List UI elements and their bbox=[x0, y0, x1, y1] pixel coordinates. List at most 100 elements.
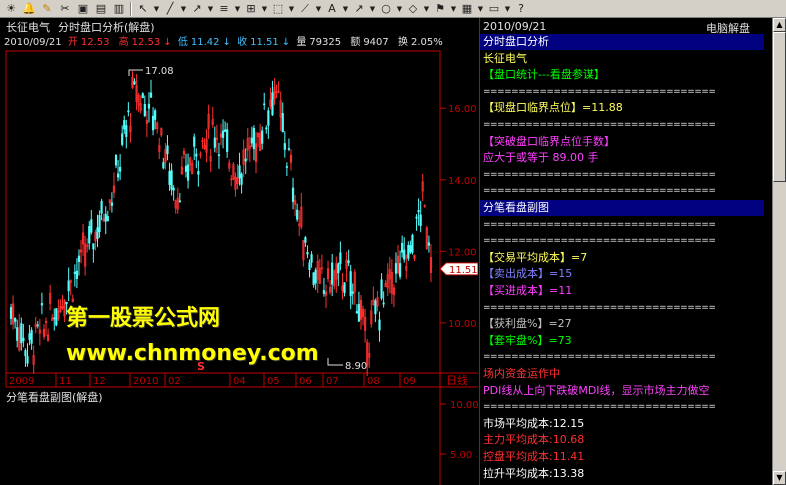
dropdown-arrow-icon[interactable]: ▼ bbox=[476, 1, 485, 17]
candle-body bbox=[238, 165, 241, 179]
shape-icon[interactable]: ◇ bbox=[404, 1, 422, 17]
price-chart[interactable]: 16.00 14.00 12.00 10.00 17.08 8.90 11.51 2009 11… bbox=[0, 18, 478, 485]
sidebar-line: ================================= bbox=[483, 302, 716, 313]
grid-icon[interactable]: ⊞ bbox=[242, 1, 260, 17]
box-icon[interactable]: ▣ bbox=[74, 1, 92, 17]
dropdown-arrow-icon[interactable]: ▼ bbox=[314, 1, 323, 17]
sidebar-line: 【套牢盘%】=73 bbox=[483, 333, 572, 347]
candle-body bbox=[110, 202, 113, 206]
candle-body bbox=[28, 333, 31, 340]
chart-icon[interactable]: ▤ bbox=[92, 1, 110, 17]
turn-value: 2.05% bbox=[410, 37, 443, 48]
dropdown-arrow-icon[interactable]: ▼ bbox=[368, 1, 377, 17]
sidebar-line: ================================= bbox=[483, 120, 716, 130]
candle-body bbox=[26, 356, 29, 364]
pencil-icon[interactable]: ✎ bbox=[38, 1, 56, 17]
sun-icon[interactable]: ☀ bbox=[2, 1, 20, 17]
candle-body bbox=[312, 272, 315, 285]
dropdown-arrow-icon[interactable]: ▼ bbox=[395, 1, 404, 17]
circle-icon[interactable]: ○ bbox=[377, 1, 395, 17]
candle-body bbox=[168, 171, 171, 185]
sidebar-date: 2010/09/21 bbox=[483, 20, 547, 33]
candle-body bbox=[40, 303, 44, 306]
dropdown-arrow-icon[interactable]: ▼ bbox=[287, 1, 296, 17]
candle-body bbox=[250, 137, 253, 144]
candle-body bbox=[427, 242, 431, 246]
flag-icon[interactable]: ⚑ bbox=[431, 1, 449, 17]
scroll-down-button[interactable]: ▼ bbox=[773, 471, 786, 485]
candle-body bbox=[331, 262, 334, 285]
sidebar-line: 拉升平均成本:13.38 bbox=[483, 466, 585, 480]
chart2-icon[interactable]: ▥ bbox=[110, 1, 128, 17]
candle-body bbox=[265, 127, 268, 130]
time-tick-label: 2009 bbox=[9, 376, 34, 387]
candle-body bbox=[401, 243, 404, 253]
amt-value: 9407 bbox=[363, 37, 389, 48]
candle-body bbox=[419, 214, 422, 226]
sidebar-line: 【获利盘%】=27 bbox=[483, 317, 572, 331]
candle-body bbox=[285, 166, 288, 168]
arrow-icon[interactable]: ↗ bbox=[350, 1, 368, 17]
dropdown-arrow-icon[interactable]: ▼ bbox=[152, 1, 161, 17]
scissors-icon[interactable]: ✂ bbox=[56, 1, 74, 17]
candle-body bbox=[271, 92, 274, 116]
sidebar-line: ================================= bbox=[483, 219, 716, 230]
candle-body bbox=[263, 103, 266, 106]
sidebar-line: 【突破盘口临界点位手数】 bbox=[483, 134, 615, 148]
candle-body bbox=[306, 251, 309, 255]
price-tick-label: 12.00 bbox=[448, 247, 477, 258]
candle-body bbox=[55, 308, 58, 326]
candle-body bbox=[147, 103, 151, 109]
parallel-icon[interactable]: ≡ bbox=[215, 1, 233, 17]
channel-icon[interactable]: ⟋ bbox=[296, 1, 314, 17]
dropdown-arrow-icon[interactable]: ▼ bbox=[503, 1, 512, 17]
sidebar-section-header: 分笔看盘副图 bbox=[483, 201, 549, 214]
sidebar-line: 长征电气 bbox=[483, 51, 527, 65]
palette-icon[interactable]: ▦ bbox=[458, 1, 476, 17]
candle-body bbox=[73, 271, 76, 274]
help-icon[interactable]: ? bbox=[512, 1, 530, 17]
candle-body bbox=[104, 213, 107, 222]
scroll-thumb[interactable] bbox=[773, 32, 786, 182]
candle-body bbox=[398, 263, 402, 277]
bell-icon[interactable]: 🔔 bbox=[20, 1, 38, 17]
select-icon[interactable]: ⬚ bbox=[269, 1, 287, 17]
time-tick-label: 2010 bbox=[133, 376, 158, 387]
dropdown-arrow-icon[interactable]: ▼ bbox=[206, 1, 215, 17]
text-icon[interactable]: A bbox=[323, 1, 341, 17]
candle-body bbox=[75, 270, 79, 279]
candle-body bbox=[357, 304, 361, 322]
candle-body bbox=[106, 216, 109, 222]
low-value: 11.42 bbox=[190, 37, 220, 48]
candle-body bbox=[96, 227, 99, 239]
time-tick-label: 12 bbox=[93, 376, 106, 387]
candle-body bbox=[193, 136, 196, 147]
dropdown-arrow-icon[interactable]: ▼ bbox=[449, 1, 458, 17]
candle-body bbox=[178, 200, 181, 203]
candle-body bbox=[123, 120, 126, 130]
main-chart-area[interactable]: 16.00 14.00 12.00 10.00 17.08 8.90 11.51 2009 11… bbox=[0, 18, 478, 485]
ray-icon[interactable]: ↗ bbox=[188, 1, 206, 17]
cursor-icon[interactable]: ↖ bbox=[134, 1, 152, 17]
time-tick-label: 11 bbox=[59, 376, 72, 387]
scroll-up-button[interactable]: ▲ bbox=[773, 18, 786, 32]
dropdown-arrow-icon[interactable]: ▼ bbox=[422, 1, 431, 17]
candle-body bbox=[217, 154, 221, 156]
save-icon[interactable]: ▭ bbox=[485, 1, 503, 17]
candle-body bbox=[170, 170, 173, 190]
candle-body bbox=[355, 311, 358, 314]
candle-body bbox=[291, 187, 295, 202]
candle-body bbox=[24, 350, 27, 357]
dropdown-arrow-icon[interactable]: ▼ bbox=[233, 1, 242, 17]
candle-body bbox=[67, 280, 70, 292]
candle-body bbox=[127, 110, 130, 113]
candle-body bbox=[213, 137, 216, 148]
dropdown-arrow-icon[interactable]: ▼ bbox=[341, 1, 350, 17]
candle-body bbox=[403, 249, 406, 260]
toolbar: ☀ 🔔 ✎ ✂ ▣ ▤ ▥ ↖ ▼ ╱ ▼ ↗ ▼ ≡ ▼ ⊞ ▼ ⬚ ▼ ⟋ ▼ A ▼ ↗ ▼ ○ ▼ ◇ ▼ ⚑ ▼ ▦ ▼ ▭ ▼? bbox=[0, 0, 786, 18]
line-icon[interactable]: ╱ bbox=[161, 1, 179, 17]
dropdown-arrow-icon[interactable]: ▼ bbox=[179, 1, 188, 17]
candle-body bbox=[195, 153, 198, 157]
dropdown-arrow-icon[interactable]: ▼ bbox=[260, 1, 269, 17]
sidebar-scrollbar[interactable]: ▲ ▼ bbox=[772, 18, 786, 485]
